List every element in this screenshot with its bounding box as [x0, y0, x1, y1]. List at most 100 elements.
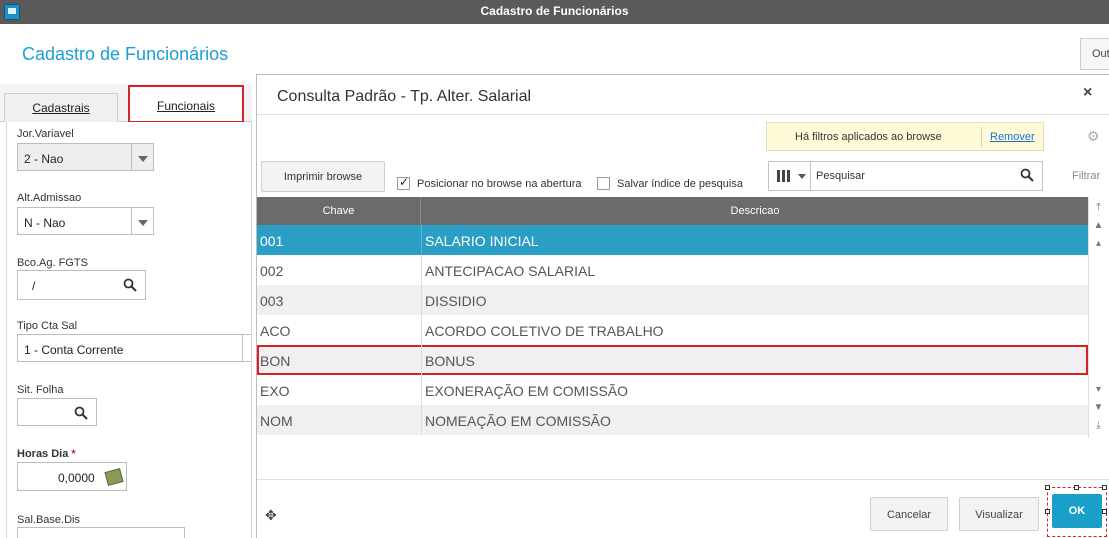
row-desc: NOMEAÇÃO EM COMISSÃO: [425, 413, 611, 429]
table-scrollbar[interactable]: ⤒ ▲ ▴ ▾ ▼ ⤓: [1088, 197, 1108, 438]
row-desc: SALARIO INICIAL: [425, 233, 539, 249]
resize-handle: [1102, 485, 1107, 490]
search-input[interactable]: Pesquisar: [816, 170, 865, 182]
tab-bar: Cadastrais Funcionais: [0, 84, 252, 123]
gear-icon[interactable]: ⚙: [1087, 129, 1101, 143]
row-key: 001: [260, 233, 284, 249]
row-desc: ANTECIPACAO SALARIAL: [425, 263, 596, 279]
ok-button-focus-frame: OK: [1045, 485, 1107, 537]
row-desc: BONUS: [425, 353, 475, 369]
required-mark: *: [71, 448, 76, 460]
chevron-down-icon[interactable]: [131, 208, 153, 234]
table-header: Chave Descricao: [257, 197, 1088, 225]
scroll-down-icon[interactable]: ▾: [1093, 383, 1104, 397]
row-desc: EXONERAÇÃO EM COMISSÃO: [425, 383, 629, 399]
alt-admissao-label: Alt.Admissao: [17, 192, 82, 204]
filter-notice-text: Há filtros aplicados ao browse: [795, 131, 942, 143]
horas-dia-label-text: Horas Dia: [17, 448, 69, 460]
scroll-last-icon[interactable]: ⤓: [1093, 419, 1104, 433]
row-key: 002: [260, 263, 284, 279]
column-header-chave[interactable]: Chave: [257, 197, 421, 225]
select-divider: [242, 335, 243, 361]
jor-variavel-select[interactable]: 2 - Nao: [17, 143, 154, 171]
view-button[interactable]: Visualizar: [959, 497, 1039, 531]
dialog-header: Consulta Padrão - Tp. Alter. Salarial ×: [257, 75, 1109, 115]
chevron-down-icon: [798, 174, 806, 179]
bco-ag-fgts-label: Bco.Ag. FGTS: [17, 257, 88, 269]
tab-cadastrais[interactable]: Cadastrais: [4, 93, 118, 122]
column-header-descricao[interactable]: Descricao: [422, 197, 1088, 225]
jor-variavel-label: Jor.Variavel: [17, 128, 74, 140]
search-icon[interactable]: [74, 406, 88, 420]
bco-ag-fgts-value: /: [32, 279, 36, 293]
salvar-indice-checkbox[interactable]: [597, 177, 610, 190]
horas-dia-input[interactable]: 0,0000: [17, 462, 127, 491]
resize-handle: [1102, 509, 1107, 514]
dialog-footer: ✥ Cancelar Visualizar OK: [257, 479, 1109, 538]
dialog-title: Consulta Padrão - Tp. Alter. Salarial: [277, 88, 532, 105]
resize-handle: [1074, 485, 1079, 490]
tipo-cta-sal-label: Tipo Cta Sal: [17, 320, 78, 332]
row-desc: DISSIDIO: [425, 293, 487, 309]
move-icon[interactable]: ✥: [265, 508, 279, 522]
column-selector[interactable]: [769, 162, 811, 190]
lookup-dialog: Consulta Padrão - Tp. Alter. Salarial × …: [256, 74, 1109, 538]
results-table: Chave Descricao 001 SALARIO INICIAL 002 …: [257, 197, 1088, 438]
horas-dia-label: Horas Dia *: [17, 448, 76, 460]
page-title: Cadastro de Funcionários: [22, 44, 229, 64]
row-key: 003: [260, 293, 284, 309]
posicionar-checkbox-label: Posicionar no browse na abertura: [417, 178, 582, 190]
employee-form: Jor.Variavel 2 - Nao Alt.Admissao N - Na…: [6, 122, 251, 538]
table-row[interactable]: NOM NOMEAÇÃO EM COMISSÃO: [257, 405, 1088, 435]
scroll-page-up-icon[interactable]: ▲: [1093, 219, 1104, 233]
search-field[interactable]: Pesquisar: [768, 161, 1043, 191]
ok-button[interactable]: OK: [1052, 494, 1102, 528]
alt-admissao-value: N - Nao: [24, 216, 66, 230]
window-titlebar: Cadastro de Funcionários: [0, 0, 1109, 24]
sit-folha-input[interactable]: [17, 398, 97, 426]
table-row[interactable]: 001 SALARIO INICIAL: [257, 225, 1088, 255]
posicionar-checkbox[interactable]: [397, 175, 410, 190]
alt-admissao-select[interactable]: N - Nao: [17, 207, 154, 235]
tab-funcionais[interactable]: Funcionais: [128, 85, 244, 123]
left-panel: Cadastrais Funcionais Jor.Variavel 2 - N…: [0, 84, 252, 538]
filter-notice-divider: [981, 127, 982, 147]
table-row-highlighted[interactable]: BON BONUS: [257, 345, 1088, 375]
table-row[interactable]: ACO ACORDO COLETIVO DE TRABALHO: [257, 315, 1088, 345]
tipo-cta-sal-select[interactable]: 1 - Conta Corrente: [17, 334, 251, 362]
money-icon[interactable]: [104, 468, 124, 486]
salvar-indice-checkbox-label: Salvar índice de pesquisa: [617, 178, 743, 190]
scroll-first-icon[interactable]: ⤒: [1093, 201, 1104, 215]
tipo-cta-sal-value: 1 - Conta Corrente: [24, 343, 124, 357]
search-icon[interactable]: [123, 278, 137, 292]
outros-button[interactable]: Out: [1080, 38, 1109, 70]
remove-filter-link[interactable]: Remover: [990, 131, 1035, 143]
scroll-up-icon[interactable]: ▴: [1093, 237, 1104, 251]
row-key: EXO: [260, 383, 290, 399]
filter-button[interactable]: Filtrar: [1072, 170, 1100, 182]
chevron-down-icon[interactable]: [131, 144, 153, 170]
scroll-page-down-icon[interactable]: ▼: [1093, 401, 1104, 415]
filter-notice: Há filtros aplicados ao browse Remover: [766, 122, 1044, 151]
jor-variavel-value: 2 - Nao: [24, 152, 64, 166]
row-key: ACO: [260, 323, 291, 339]
bco-ag-fgts-input[interactable]: /: [17, 270, 146, 300]
row-key: NOM: [260, 413, 293, 429]
resize-handle: [1045, 485, 1050, 490]
table-row[interactable]: EXO EXONERAÇÃO EM COMISSÃO: [257, 375, 1088, 405]
close-icon[interactable]: ×: [1083, 84, 1092, 102]
resize-handle: [1045, 509, 1050, 514]
window-title: Cadastro de Funcionários: [480, 4, 629, 18]
table-row[interactable]: 003 DISSIDIO: [257, 285, 1088, 315]
sit-folha-label: Sit. Folha: [17, 384, 64, 396]
columns-icon: [777, 170, 791, 182]
sal-base-dis-input[interactable]: [17, 527, 185, 538]
table-row[interactable]: 002 ANTECIPACAO SALARIAL: [257, 255, 1088, 285]
row-desc: ACORDO COLETIVO DE TRABALHO: [425, 323, 664, 339]
horas-dia-value: 0,0000: [58, 471, 95, 485]
row-key: BON: [260, 353, 291, 369]
cancel-button[interactable]: Cancelar: [870, 497, 948, 531]
print-browse-button[interactable]: Imprimir browse: [261, 161, 385, 192]
search-icon[interactable]: [1020, 168, 1034, 182]
sal-base-dis-label: Sal.Base.Dis: [17, 514, 80, 526]
